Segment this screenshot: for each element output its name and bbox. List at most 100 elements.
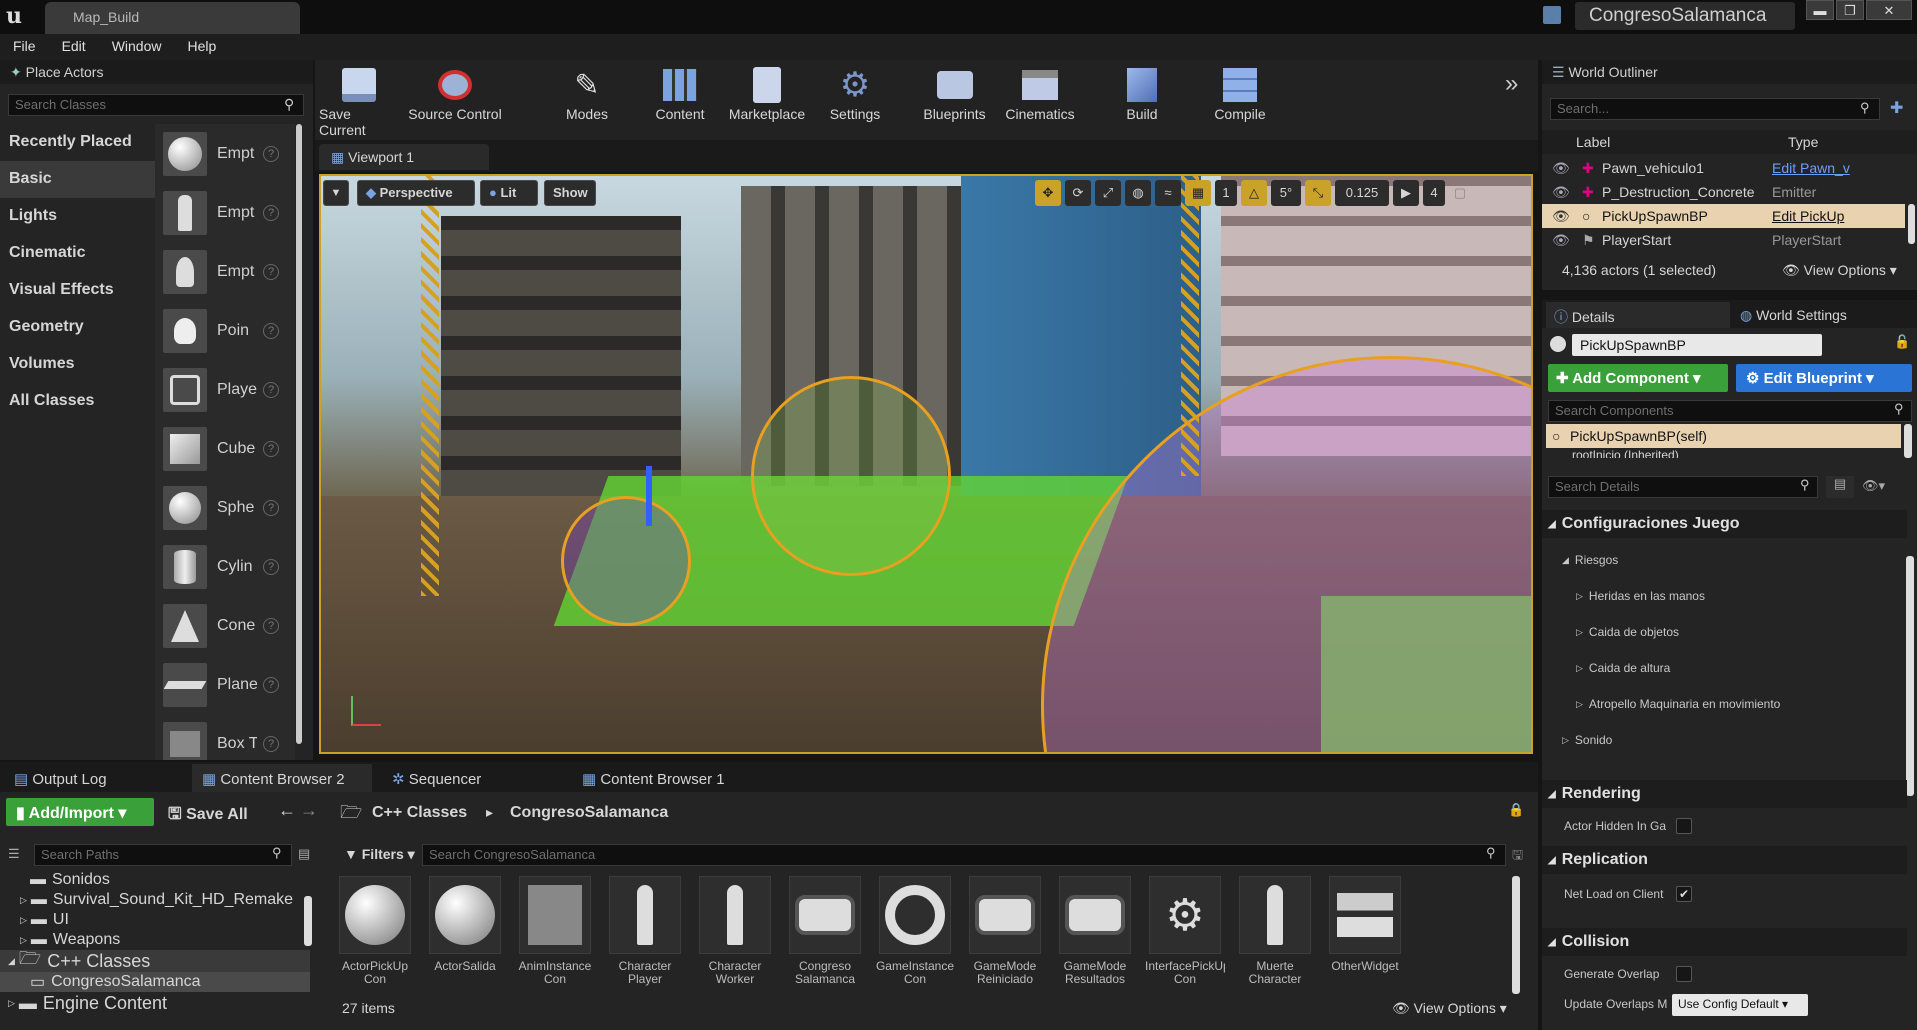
save-current-button[interactable]: Save Current (319, 60, 399, 138)
world-outliner-tab[interactable]: ☰ World Outliner (1542, 60, 1917, 84)
column-label[interactable]: Label (1576, 134, 1776, 150)
asset-tile[interactable]: GameInstance Con (876, 876, 954, 990)
filters-button[interactable]: ▼ Filters ▾ (340, 844, 416, 866)
transform-gizmo[interactable] (646, 466, 652, 526)
actor-plane[interactable]: Plane? (155, 655, 295, 714)
content-browser-1-tab[interactable]: ▦ Content Browser 1 (572, 764, 752, 792)
build-button[interactable]: Build (1107, 60, 1177, 122)
content-view-options[interactable]: 👁 View Options ▾ (1392, 1000, 1507, 1017)
viewport-tab[interactable]: ▦ Viewport 1 (319, 144, 489, 170)
generate-overlap-checkbox[interactable] (1676, 966, 1692, 982)
menu-file[interactable]: File (0, 34, 49, 58)
help-icon[interactable]: ? (263, 499, 279, 516)
outliner-view-options[interactable]: 👁 View Options ▾ (1782, 262, 1897, 279)
category-volumes[interactable]: Volumes (0, 346, 155, 383)
save-search-icon[interactable]: 🖫 (1512, 846, 1523, 868)
level-tab[interactable]: Map_Build (45, 2, 300, 34)
folder-cpp-classes[interactable]: ◢ 🗁 C++ Classes (0, 950, 310, 972)
rotation-snap-value[interactable]: 5° (1271, 180, 1301, 206)
help-icon[interactable]: ? (263, 440, 279, 457)
search-paths-input[interactable]: Search Paths (34, 844, 292, 866)
menu-window[interactable]: Window (99, 34, 175, 58)
viewport-options-dropdown[interactable]: ▼ (323, 180, 349, 206)
outliner-scrollbar[interactable] (1908, 204, 1915, 244)
actor-empty-actor[interactable]: Empt? (155, 124, 295, 183)
asset-tile[interactable]: GameMode Resultados (1056, 876, 1134, 990)
source-control-button[interactable]: Source Control (405, 60, 505, 122)
forward-arrow-icon[interactable]: → (300, 800, 318, 821)
camera-speed-value[interactable]: 4 (1423, 180, 1445, 206)
actor-cylinder[interactable]: Cylin? (155, 537, 295, 596)
actor-name-field[interactable]: PickUpSpawnBP (1572, 334, 1822, 356)
scale-icon[interactable]: ⤢ (1095, 180, 1121, 206)
actor-cube[interactable]: Cube? (155, 419, 295, 478)
compile-button[interactable]: Compile (1200, 60, 1280, 122)
menu-edit[interactable]: Edit (49, 34, 99, 58)
category-riesgos[interactable]: ◢ Riesgos (1562, 550, 1618, 570)
category-basic[interactable]: Basic (0, 161, 155, 198)
lock-icon[interactable]: 🔒 (1508, 802, 1524, 818)
edit-blueprint-button[interactable]: ⚙ Edit Blueprint ▾ (1736, 364, 1912, 392)
source-control-icon[interactable] (1543, 6, 1561, 24)
add-component-button[interactable]: ✚ Add Component ▾ (1548, 364, 1728, 392)
folder-sonidos[interactable]: ▬ Sonidos (0, 870, 310, 890)
search-details-input[interactable]: Search Details (1548, 476, 1818, 498)
update-overlaps-dropdown[interactable]: Use Config Default ▾ (1672, 994, 1808, 1016)
content-button[interactable]: Content (645, 60, 715, 122)
add-import-button[interactable]: ▮ Add/Import ▾ (6, 798, 154, 826)
grid-snap-value[interactable]: 1 (1215, 180, 1237, 206)
category-sonido[interactable]: ▷ Sonido (1562, 730, 1612, 750)
asset-tile[interactable]: ActorPickUp Con (336, 876, 414, 990)
outliner-row[interactable]: 👁 ⚑ PlayerStart PlayerStart (1542, 228, 1917, 252)
show-button[interactable]: Show (544, 180, 596, 206)
actor-sphere[interactable]: Sphe? (155, 478, 295, 537)
search-content-input[interactable]: Search CongresoSalamanca (422, 844, 1506, 866)
actor-point-light[interactable]: Poin? (155, 301, 295, 360)
folder-weapons[interactable]: ▷ ▬ Weapons (0, 930, 310, 950)
riesgo-atropello[interactable]: ▷ Atropello Maquinaria en movimiento (1576, 694, 1780, 714)
actor-box-trigger[interactable]: Box T? (155, 714, 295, 760)
asset-tile[interactable]: Congreso Salamanca (786, 876, 864, 990)
help-icon[interactable]: ? (263, 263, 279, 280)
asset-tile[interactable]: AnimInstance Con (516, 876, 594, 990)
category-cinematic[interactable]: Cinematic (0, 235, 155, 272)
search-classes-input[interactable]: Search Classes (8, 94, 304, 116)
maximize-viewport-icon[interactable]: ▢ (1449, 180, 1471, 206)
category-visual-effects[interactable]: Visual Effects (0, 272, 155, 309)
surface-snap-icon[interactable]: ≈ (1155, 180, 1181, 206)
components-scrollbar[interactable] (1904, 424, 1912, 458)
content-browser-2-tab[interactable]: ▦ Content Browser 2 (192, 764, 372, 792)
details-scrollbar[interactable] (1906, 556, 1914, 796)
actor-hidden-checkbox[interactable] (1676, 818, 1692, 834)
actor-list-scrollbar[interactable] (296, 124, 302, 744)
net-load-checkbox[interactable]: ✔ (1676, 886, 1692, 902)
help-icon[interactable]: ? (263, 558, 279, 575)
actor-empty-pawn[interactable]: Empt? (155, 242, 295, 301)
section-configuraciones[interactable]: ◢ Configuraciones Juego (1542, 510, 1907, 538)
path-view-options-icon[interactable]: ▤ (298, 846, 310, 862)
riesgo-caida-objetos[interactable]: ▷ Caida de objetos (1576, 622, 1679, 642)
category-all-classes[interactable]: All Classes (0, 383, 155, 420)
riesgo-heridas[interactable]: ▷ Heridas en las manos (1576, 586, 1705, 606)
outliner-row-selected[interactable]: 👁 ○ PickUpSpawnBP Edit PickUp (1542, 204, 1905, 228)
visibility-eye-icon[interactable]: 👁 (1552, 208, 1582, 225)
scale-snap-value[interactable]: 0.125 (1335, 180, 1389, 206)
camera-speed-icon[interactable]: ▶ (1393, 180, 1419, 206)
help-icon[interactable]: ? (263, 204, 279, 221)
category-geometry[interactable]: Geometry (0, 309, 155, 346)
asset-tile[interactable]: OtherWidget (1326, 876, 1404, 990)
settings-button[interactable]: ⚙ Settings (815, 60, 895, 122)
marketplace-button[interactable]: Marketplace (722, 60, 812, 122)
breadcrumb-congreso[interactable]: CongresoSalamanca (510, 804, 668, 822)
menu-help[interactable]: Help (174, 34, 229, 58)
asset-tile[interactable]: ActorSalida (426, 876, 504, 990)
grid-snap-icon[interactable]: ▦ (1185, 180, 1211, 206)
save-all-button[interactable]: 🖫 Save All (164, 798, 264, 826)
asset-tile[interactable]: GameMode Reiniciado (966, 876, 1044, 990)
rotation-snap-icon[interactable]: △ (1241, 180, 1267, 206)
minimize-button[interactable]: ▬ (1806, 0, 1834, 20)
folder-ui[interactable]: ▷ ▬ UI (0, 910, 310, 930)
scale-snap-icon[interactable]: ⤡ (1305, 180, 1331, 206)
help-icon[interactable]: ? (263, 676, 279, 693)
outliner-search-input[interactable]: Search... (1550, 98, 1880, 120)
